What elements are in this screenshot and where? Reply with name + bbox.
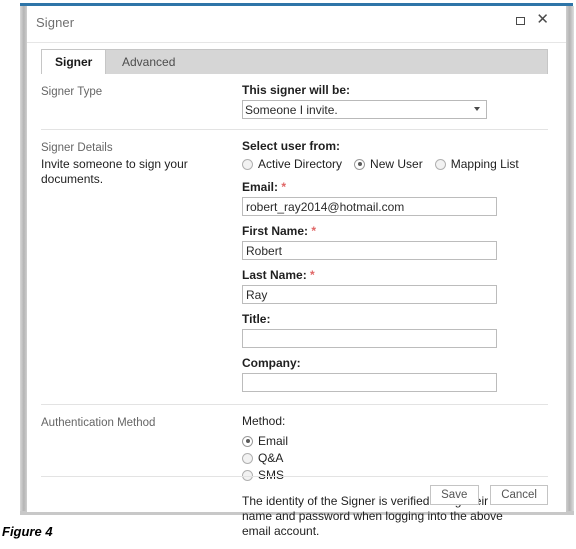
radio-active-directory[interactable]: Active Directory <box>242 157 342 171</box>
title-field[interactable] <box>242 329 497 348</box>
radio-indicator <box>242 452 253 464</box>
method-label: Method: <box>242 414 286 428</box>
user-source-radio-group: Active Directory New User Mapping List <box>242 157 548 171</box>
radio-new-user[interactable]: New User <box>354 157 423 171</box>
first-name-label: First Name: * <box>242 224 317 238</box>
signer-details-right: Select user from: Active Directory New U… <box>242 139 548 394</box>
company-field[interactable] <box>242 373 497 392</box>
radio-label: Active Directory <box>258 157 343 171</box>
radio-method-qa[interactable]: Q&A <box>242 451 548 465</box>
radio-indicator <box>434 158 446 170</box>
signer-type-left: Signer Type <box>41 83 242 100</box>
window-left-edge <box>20 6 27 511</box>
tab-signer[interactable]: Signer <box>41 50 107 75</box>
signer-type-select[interactable]: Someone I invite. <box>242 100 487 119</box>
email-label: Email: * <box>242 180 287 194</box>
window-right-edge <box>566 6 574 511</box>
field-last-name: Last Name: * <box>242 268 548 304</box>
field-title: Title: <box>242 312 548 348</box>
restore-window-icon[interactable] <box>516 17 525 25</box>
required-marker: * <box>310 268 315 282</box>
signer-type-field-label: This signer will be: <box>242 83 351 97</box>
signer-type-right: This signer will be: Someone I invite. <box>242 83 548 119</box>
dialog-titlebar: Signer ✕ <box>27 6 566 43</box>
dialog-title: Signer <box>36 15 75 30</box>
signer-type-title: Signer Type <box>41 86 103 98</box>
radio-indicator <box>354 158 366 170</box>
radio-label: Mapping List <box>450 157 519 171</box>
dialog-body: Signer Type This signer will be: Someone… <box>41 74 548 538</box>
required-marker: * <box>281 180 287 194</box>
signer-details-left: Signer Details Invite someone to sign yo… <box>41 139 242 187</box>
signer-dialog: Signer ✕ Signer Advanced Signer Type Thi… <box>27 6 566 538</box>
tab-bar: Signer Advanced <box>41 49 548 75</box>
email-field[interactable] <box>242 197 497 216</box>
first-name-field[interactable] <box>242 241 497 260</box>
field-email: Email: * <box>242 180 548 216</box>
figure-caption: Figure 4 <box>2 524 53 539</box>
radio-label: Email <box>258 434 289 448</box>
save-button[interactable]: Save <box>429 485 479 505</box>
dialog-footer: Save Cancel <box>41 476 548 510</box>
radio-method-email[interactable]: Email <box>242 434 548 448</box>
radio-indicator <box>242 435 253 447</box>
signer-details-title: Signer Details <box>41 142 113 154</box>
method-radio-group: Email Q&A SMS <box>242 434 548 482</box>
signer-details-desc: Invite someone to sign your documents. <box>41 157 188 186</box>
authentication-left: Authentication Method <box>41 414 242 431</box>
company-label: Company: <box>242 356 301 370</box>
section-signer-type: Signer Type This signer will be: Someone… <box>41 74 548 129</box>
cancel-button[interactable]: Cancel <box>490 485 548 505</box>
section-signer-details: Signer Details Invite someone to sign yo… <box>41 129 548 404</box>
radio-mapping-list[interactable]: Mapping List <box>434 157 519 171</box>
close-icon[interactable]: ✕ <box>536 12 549 27</box>
user-source-label: Select user from: <box>242 139 341 153</box>
radio-indicator <box>242 158 253 170</box>
last-name-field[interactable] <box>242 285 497 304</box>
window-frame: Signer ✕ Signer Advanced Signer Type Thi… <box>0 0 576 538</box>
tab-advanced[interactable]: Advanced <box>109 50 188 75</box>
last-name-label: Last Name: * <box>242 268 315 282</box>
radio-label: Q&A <box>258 451 284 465</box>
radio-label: New User <box>370 157 423 171</box>
required-marker: * <box>311 224 317 238</box>
title-label: Title: <box>242 312 271 326</box>
signer-type-select-wrap: Someone I invite. <box>242 100 487 119</box>
field-first-name: First Name: * <box>242 224 548 260</box>
field-company: Company: <box>242 356 548 392</box>
authentication-title: Authentication Method <box>41 417 156 429</box>
